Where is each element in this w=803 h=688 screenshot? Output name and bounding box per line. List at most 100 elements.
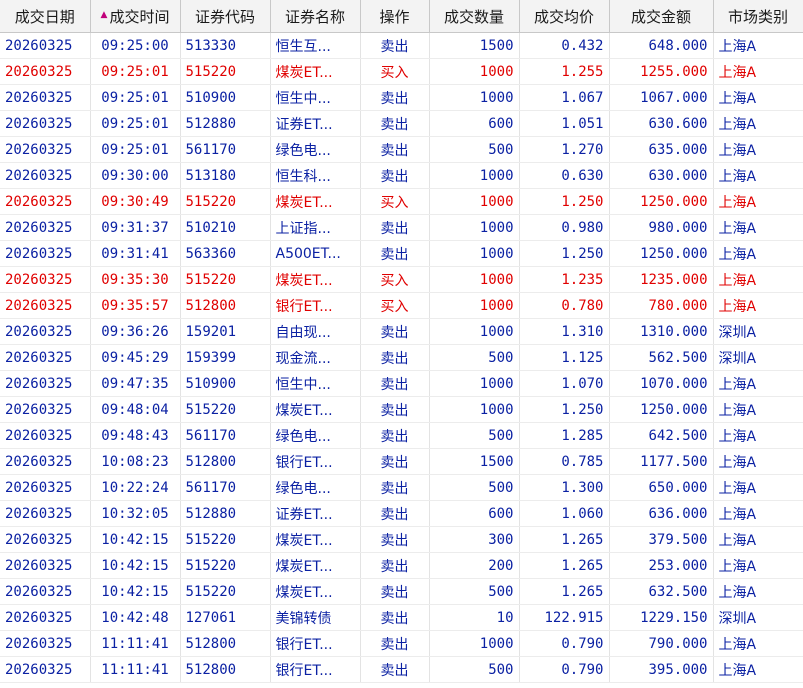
cell-date: 20260325 <box>0 188 91 215</box>
column-header-market[interactable]: 市场类别 <box>713 0 803 33</box>
cell-market: 深圳A <box>713 604 803 631</box>
cell-avg: 1.250 <box>519 240 610 267</box>
column-header-amount[interactable]: 成交金额 <box>609 0 714 33</box>
table-row[interactable]: 20260325 09:25:01 512880 证券ET... 卖出 600 1.051 6… <box>0 110 803 137</box>
column-header-time[interactable]: ▲ 成交时间 <box>90 0 181 33</box>
cell-amount: 636.000 <box>609 500 714 527</box>
cell-date: 20260325 <box>0 58 91 85</box>
cell-amount: 1310.000 <box>609 318 714 345</box>
cell-op: 卖出 <box>360 162 430 189</box>
cell-market: 上海A <box>713 32 803 59</box>
table-row[interactable]: 20260325 10:42:15 515220 煤炭ET... 卖出 500 1.265 6… <box>0 578 803 605</box>
cell-amount: 1229.150 <box>609 604 714 631</box>
cell-code: 510210 <box>180 214 271 241</box>
cell-date: 20260325 <box>0 396 91 423</box>
cell-name: 上证指... <box>270 214 361 241</box>
cell-op: 卖出 <box>360 136 430 163</box>
table-row[interactable]: 20260325 09:25:01 561170 绿色电... 卖出 500 1.270 63… <box>0 136 803 163</box>
cell-time: 09:35:57 <box>90 292 181 319</box>
cell-qty: 1000 <box>429 240 520 267</box>
table-row[interactable]: 20260325 09:35:30 515220 煤炭ET... 买入 1000 1.235… <box>0 266 803 293</box>
cell-op: 卖出 <box>360 630 430 657</box>
cell-name: 美锦转债 <box>270 604 361 631</box>
cell-avg: 0.630 <box>519 162 610 189</box>
cell-date: 20260325 <box>0 526 91 553</box>
header-label: 市场类别 <box>727 7 788 26</box>
cell-avg: 0.980 <box>519 214 610 241</box>
cell-qty: 500 <box>429 136 520 163</box>
cell-name: 现金流... <box>270 344 361 371</box>
cell-date: 20260325 <box>0 474 91 501</box>
cell-date: 20260325 <box>0 32 91 59</box>
table-row[interactable]: 20260325 09:25:01 515220 煤炭ET... 买入 1000 1.255… <box>0 58 803 85</box>
cell-time: 11:11:41 <box>90 630 181 657</box>
cell-qty: 500 <box>429 656 520 683</box>
cell-time: 10:22:24 <box>90 474 181 501</box>
cell-name: 绿色电... <box>270 136 361 163</box>
cell-date: 20260325 <box>0 500 91 527</box>
table-row[interactable]: 20260325 09:35:57 512800 银行ET... 买入 1000 0.780… <box>0 292 803 319</box>
cell-op: 卖出 <box>360 474 430 501</box>
cell-name: 自由现... <box>270 318 361 345</box>
table-row[interactable]: 20260325 10:42:15 515220 煤炭ET... 卖出 300 1.265 3… <box>0 526 803 553</box>
column-header-op[interactable]: 操作 <box>360 0 430 33</box>
table-row[interactable]: 20260325 09:31:37 510210 上证指... 卖出 1000 0.980 9… <box>0 214 803 241</box>
cell-market: 上海A <box>713 162 803 189</box>
cell-avg: 1.265 <box>519 526 610 553</box>
cell-code: 159201 <box>180 318 271 345</box>
column-header-name[interactable]: 证券名称 <box>270 0 361 33</box>
column-header-qty[interactable]: 成交数量 <box>429 0 520 33</box>
table-row[interactable]: 20260325 10:32:05 512880 证券ET... 卖出 600 1.060 6… <box>0 500 803 527</box>
cell-code: 515220 <box>180 552 271 579</box>
cell-name: 银行ET... <box>270 448 361 475</box>
cell-amount: 780.000 <box>609 292 714 319</box>
cell-market: 上海A <box>713 214 803 241</box>
table-row[interactable]: 20260325 09:36:26 159201 自由现... 卖出 1000 1.310 1… <box>0 318 803 345</box>
table-row[interactable]: 20260325 09:25:01 510900 恒生中... 卖出 1000 1.067 1… <box>0 84 803 111</box>
cell-market: 上海A <box>713 58 803 85</box>
cell-op: 卖出 <box>360 32 430 59</box>
column-header-avg[interactable]: 成交均价 <box>519 0 610 33</box>
table-row[interactable]: 20260325 11:11:41 512800 银行ET... 卖出 1000 0.790… <box>0 630 803 657</box>
cell-code: 515220 <box>180 58 271 85</box>
cell-code: 561170 <box>180 136 271 163</box>
cell-op: 卖出 <box>360 396 430 423</box>
cell-time: 10:42:15 <box>90 578 181 605</box>
cell-market: 上海A <box>713 266 803 293</box>
table-row[interactable]: 20260325 10:42:48 127061 美锦转债 卖出 10 122.915 122… <box>0 604 803 631</box>
table-row[interactable]: 20260325 09:45:29 159399 现金流... 卖出 500 1.125 56… <box>0 344 803 371</box>
cell-name: 恒生互... <box>270 32 361 59</box>
table-row[interactable]: 20260325 10:42:15 515220 煤炭ET... 卖出 200 1.265 2… <box>0 552 803 579</box>
cell-avg: 1.060 <box>519 500 610 527</box>
cell-avg: 1.255 <box>519 58 610 85</box>
table-row[interactable]: 20260325 09:30:49 515220 煤炭ET... 买入 1000 1.250… <box>0 188 803 215</box>
cell-name: 绿色电... <box>270 474 361 501</box>
cell-amount: 650.000 <box>609 474 714 501</box>
cell-time: 09:48:43 <box>90 422 181 449</box>
cell-op: 卖出 <box>360 214 430 241</box>
cell-time: 09:25:01 <box>90 58 181 85</box>
cell-market: 上海A <box>713 526 803 553</box>
cell-time: 09:31:41 <box>90 240 181 267</box>
cell-avg: 1.300 <box>519 474 610 501</box>
table-row[interactable]: 20260325 09:31:41 563360 A500ET... 卖出 1000 1.2… <box>0 240 803 267</box>
column-header-code[interactable]: 证券代码 <box>180 0 271 33</box>
table-row[interactable]: 20260325 10:22:24 561170 绿色电... 卖出 500 1.300 65… <box>0 474 803 501</box>
table-row[interactable]: 20260325 09:25:00 513330 恒生互... 卖出 1500 0.432 6… <box>0 32 803 59</box>
cell-market: 上海A <box>713 656 803 683</box>
table-row[interactable]: 20260325 09:48:43 561170 绿色电... 卖出 500 1.285 64… <box>0 422 803 449</box>
table-row[interactable]: 20260325 09:48:04 515220 煤炭ET... 卖出 1000 1.250… <box>0 396 803 423</box>
cell-market: 上海A <box>713 422 803 449</box>
table-row[interactable]: 20260325 10:08:23 512800 银行ET... 卖出 1500 0.785… <box>0 448 803 475</box>
cell-market: 上海A <box>713 448 803 475</box>
table-row[interactable]: 20260325 11:11:41 512800 银行ET... 卖出 500 0.790 3… <box>0 656 803 683</box>
cell-avg: 1.270 <box>519 136 610 163</box>
table-row[interactable]: 20260325 09:30:00 513180 恒生科... 卖出 1000 0.630 6… <box>0 162 803 189</box>
cell-avg: 1.285 <box>519 422 610 449</box>
cell-market: 上海A <box>713 578 803 605</box>
cell-time: 10:42:48 <box>90 604 181 631</box>
cell-avg: 122.915 <box>519 604 610 631</box>
table-row[interactable]: 20260325 09:47:35 510900 恒生中... 卖出 1000 1.070 1… <box>0 370 803 397</box>
cell-qty: 500 <box>429 474 520 501</box>
column-header-date[interactable]: 成交日期 <box>0 0 91 33</box>
